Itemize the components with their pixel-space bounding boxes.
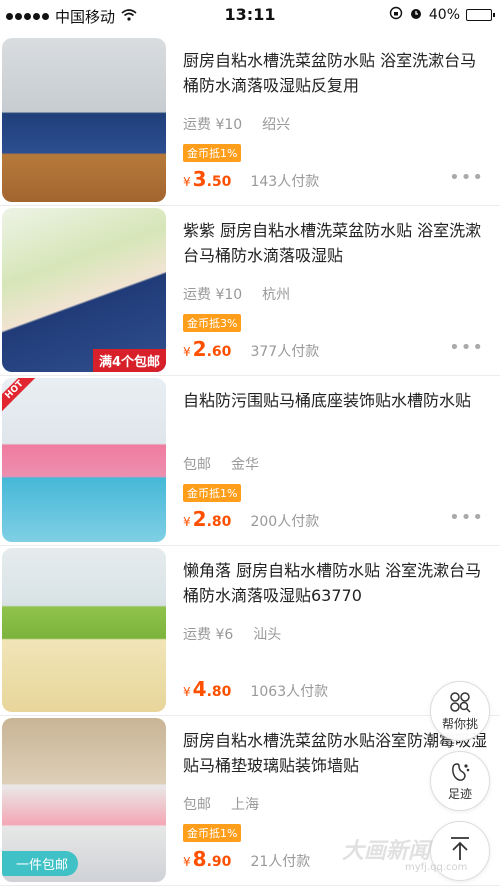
coin-badge: 金币抵3%	[183, 314, 242, 332]
price-row: ¥2.60 377人付款 •••	[183, 337, 488, 361]
price-integer: 2	[192, 337, 207, 361]
price-integer: 2	[192, 507, 207, 531]
price-integer: 4	[192, 677, 207, 701]
grid-search-icon	[450, 692, 471, 713]
hot-badge: HOT	[2, 378, 38, 414]
alarm-icon	[409, 6, 423, 24]
promo-badge: 满4个包邮	[92, 349, 166, 372]
location: 汕头	[253, 627, 282, 643]
sold-count: 21人付款	[250, 854, 311, 870]
footprint-icon	[452, 763, 470, 781]
coin-badge: 金币抵1%	[183, 144, 242, 162]
help-choose-label: 帮你挑	[441, 717, 478, 731]
shipping-fee: 包邮	[183, 797, 211, 813]
product-title[interactable]: 厨房自粘水槽洗菜盆防水贴 浴室洗漱台马桶防水滴落吸湿贴反复用	[183, 48, 488, 100]
shipping-fee: 运费 ¥10	[183, 287, 243, 303]
pink-tape-roll-image[interactable]: 一件包邮	[2, 718, 166, 882]
product-info: 厨房自粘水槽洗菜盆防水贴 浴室洗漱台马桶防水滴落吸湿贴反复用 运费 ¥10 绍兴 …	[183, 48, 488, 162]
status-right: 40%	[389, 6, 495, 24]
price: ¥2.80	[183, 507, 231, 531]
price-row: ¥3.50 143人付款 •••	[183, 167, 488, 191]
price: ¥2.60	[183, 337, 231, 361]
currency-symbol: ¥	[183, 855, 191, 869]
price-decimal: .90	[206, 854, 232, 870]
product-info: 懒角落 厨房自粘水槽防水贴 浴室洗漱台马桶防水滴落吸湿贴63770 运费 ¥6 汕…	[183, 558, 488, 644]
arrow-up-icon	[451, 837, 469, 860]
sold-count: 377人付款	[250, 344, 320, 360]
location: 杭州	[262, 287, 291, 303]
status-bar: 中国移动 13:11 40%	[0, 0, 500, 30]
currency-symbol: ¥	[183, 175, 191, 189]
product-card[interactable]: HOT 自粘防污围贴马桶底座装饰贴水槽防水贴 包邮 金华 金币抵1% ¥2.80 …	[0, 376, 500, 546]
product-list[interactable]: 厨房自粘水槽洗菜盆防水贴 浴室洗漱台马桶防水滴落吸湿贴反复用 运费 ¥10 绍兴 …	[0, 36, 500, 886]
green-counter-strip-image[interactable]	[2, 548, 166, 712]
price-decimal: .50	[206, 174, 232, 190]
patterned-strips-image[interactable]: 满4个包邮	[2, 208, 166, 372]
product-card[interactable]: 懒角落 厨房自粘水槽防水贴 浴室洗漱台马桶防水滴落吸湿贴63770 运费 ¥6 汕…	[0, 546, 500, 716]
product-card[interactable]: 厨房自粘水槽洗菜盆防水贴 浴室洗漱台马桶防水滴落吸湿贴反复用 运费 ¥10 绍兴 …	[0, 36, 500, 206]
price-decimal: .80	[206, 684, 232, 700]
more-options-icon[interactable]: •••	[449, 169, 484, 187]
footprint-button[interactable]: 足迹	[430, 751, 490, 811]
toilet-base-sticker-image[interactable]: HOT	[2, 378, 166, 542]
product-meta: 运费 ¥10 杭州	[183, 284, 488, 304]
coin-badge: 金币抵1%	[183, 484, 242, 502]
price-decimal: .80	[206, 514, 232, 530]
sold-count: 200人付款	[250, 514, 320, 530]
more-options-icon[interactable]: •••	[449, 509, 484, 527]
watermark: 大画新闻	[342, 839, 431, 864]
price-row: ¥2.80 200人付款 •••	[183, 507, 488, 531]
product-meta: 运费 ¥6 汕头	[183, 624, 488, 644]
currency-symbol: ¥	[183, 345, 191, 359]
sink-mat-image[interactable]	[2, 38, 166, 202]
product-meta: 运费 ¥10 绍兴	[183, 114, 488, 134]
watermark-url: myfj.qq.com	[405, 862, 468, 873]
price-integer: 8	[192, 847, 207, 871]
rotation-lock-icon	[389, 6, 403, 24]
shipping-fee: 运费 ¥10	[183, 117, 243, 133]
currency-symbol: ¥	[183, 515, 191, 529]
product-title[interactable]: 紫紫 厨房自粘水槽洗菜盆防水贴 浴室洗漱台马桶防水滴落吸湿贴	[183, 218, 488, 270]
price: ¥4.80	[183, 677, 231, 701]
product-title[interactable]: 懒角落 厨房自粘水槽防水贴 浴室洗漱台马桶防水滴落吸湿贴63770	[183, 558, 488, 610]
battery-percent: 40%	[428, 7, 460, 23]
location: 上海	[231, 797, 259, 813]
more-options-icon[interactable]: •••	[449, 339, 484, 357]
product-card[interactable]: 满4个包邮 紫紫 厨房自粘水槽洗菜盆防水贴 浴室洗漱台马桶防水滴落吸湿贴 运费 …	[0, 206, 500, 376]
price-integer: 3	[192, 167, 207, 191]
location: 金华	[231, 457, 259, 473]
location: 绍兴	[262, 117, 291, 133]
product-info: 紫紫 厨房自粘水槽洗菜盆防水贴 浴室洗漱台马桶防水滴落吸湿贴 运费 ¥10 杭州 …	[183, 218, 488, 332]
shipping-fee: 运费 ¥6	[183, 627, 234, 643]
product-meta: 包邮 金华	[183, 454, 488, 474]
free-shipping-badge: 一件包邮	[2, 851, 79, 876]
price: ¥3.50	[183, 167, 231, 191]
product-info: 自粘防污围贴马桶底座装饰贴水槽防水贴 包邮 金华 金币抵1%	[183, 388, 488, 502]
coin-badge: 金币抵1%	[183, 824, 242, 842]
shipping-fee: 包邮	[183, 457, 211, 473]
sold-count: 1063人付款	[250, 684, 329, 700]
help-choose-button[interactable]: 帮你挑	[430, 681, 490, 741]
footprint-label: 足迹	[447, 787, 472, 801]
price-decimal: .60	[206, 344, 232, 360]
price: ¥8.90	[183, 847, 231, 871]
currency-symbol: ¥	[183, 685, 191, 699]
product-title[interactable]: 自粘防污围贴马桶底座装饰贴水槽防水贴	[183, 388, 488, 440]
battery-icon	[466, 9, 495, 21]
sold-count: 143人付款	[250, 174, 320, 190]
